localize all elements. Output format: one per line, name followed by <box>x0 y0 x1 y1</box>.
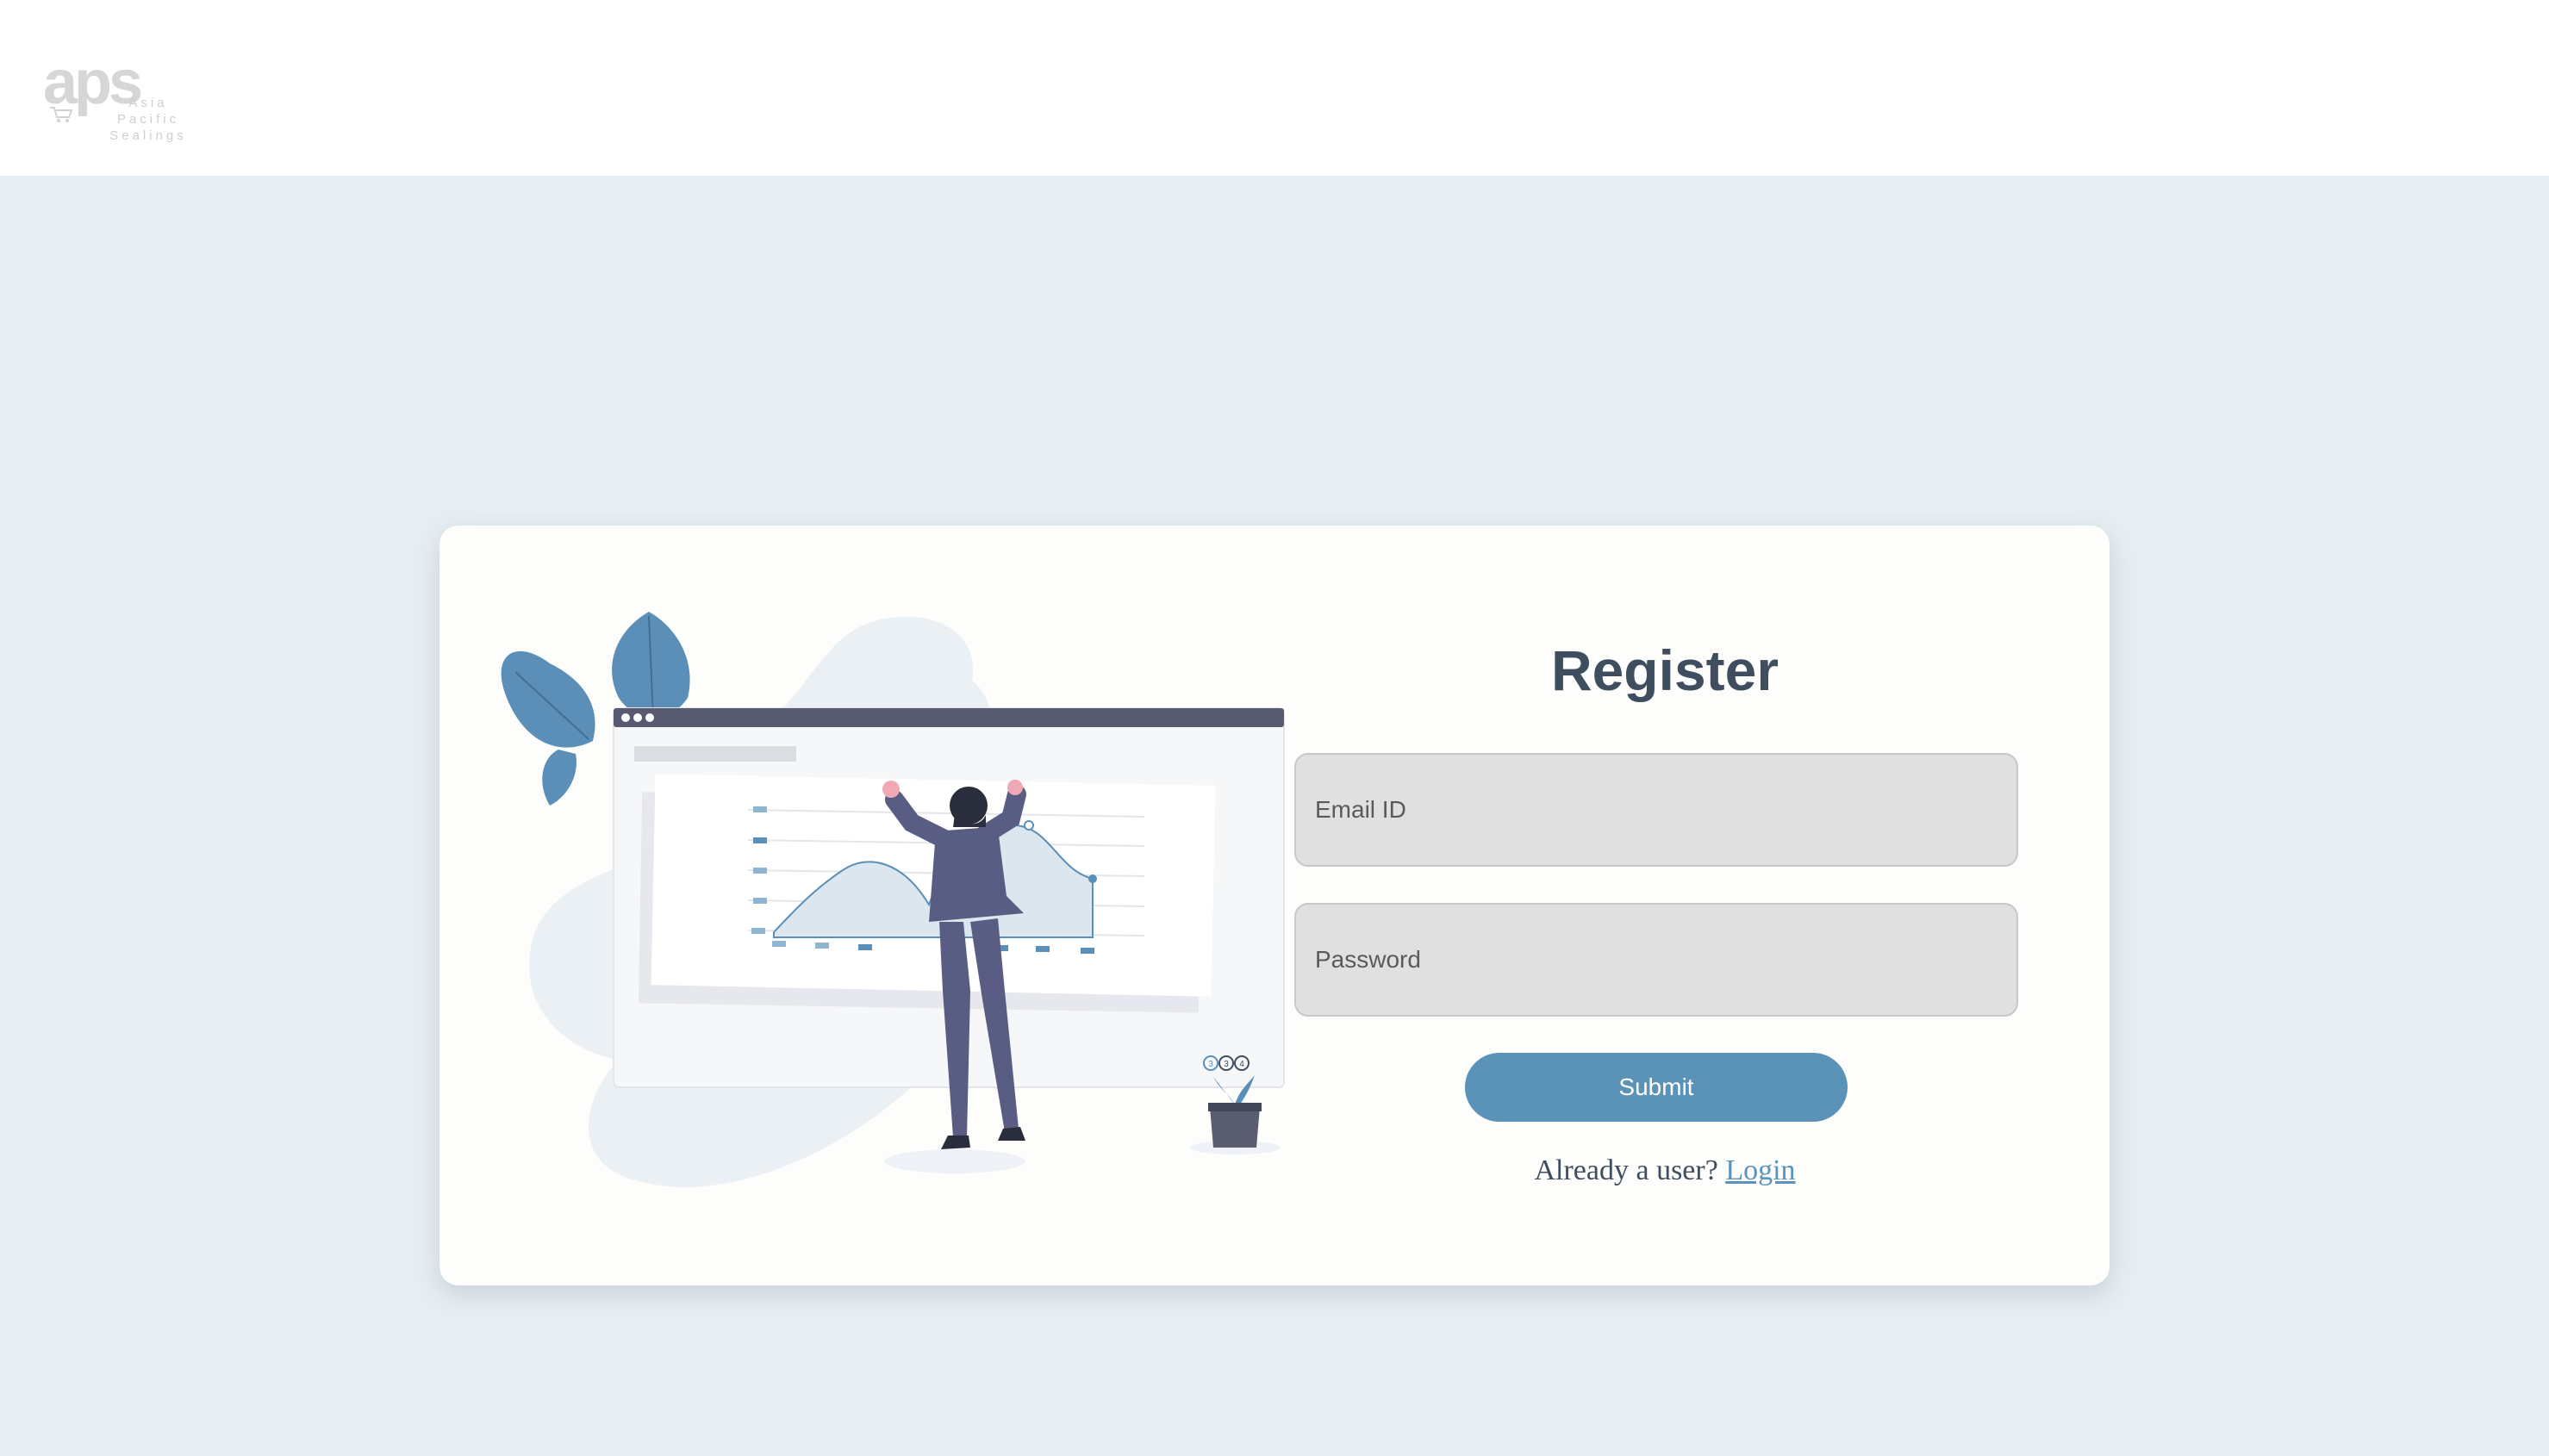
register-card: 3 3 4 Register Submit Already a user? Lo… <box>439 526 2110 1285</box>
company-logo[interactable]: aps Asia Pacific Sealings <box>43 52 207 143</box>
logo-tagline-line1: Asia Pacific <box>116 96 180 127</box>
logo-tagline-line2: Sealings <box>109 128 187 143</box>
pagination-dot-2: 3 <box>1224 1060 1229 1069</box>
email-field[interactable] <box>1294 753 2018 867</box>
analytics-dashboard-illustration: 3 3 4 <box>501 612 1285 1187</box>
password-field[interactable] <box>1294 903 2018 1017</box>
chart-board <box>638 774 1216 1013</box>
pagination-dot-3: 4 <box>1239 1060 1244 1069</box>
pagination-dot-1: 3 <box>1208 1060 1213 1069</box>
already-user-text: Already a user? <box>1534 1154 1718 1186</box>
logo-tagline: Asia Pacific Sealings <box>97 95 200 144</box>
register-title: Register <box>1550 638 1779 702</box>
cart-icon <box>50 107 73 122</box>
top-navbar: aps Asia Pacific Sealings <box>0 0 2549 176</box>
already-user-row: Already a user? Login <box>1294 1154 2035 1187</box>
login-link[interactable]: Login <box>1725 1154 1795 1186</box>
submit-button[interactable]: Submit <box>1465 1053 1848 1122</box>
